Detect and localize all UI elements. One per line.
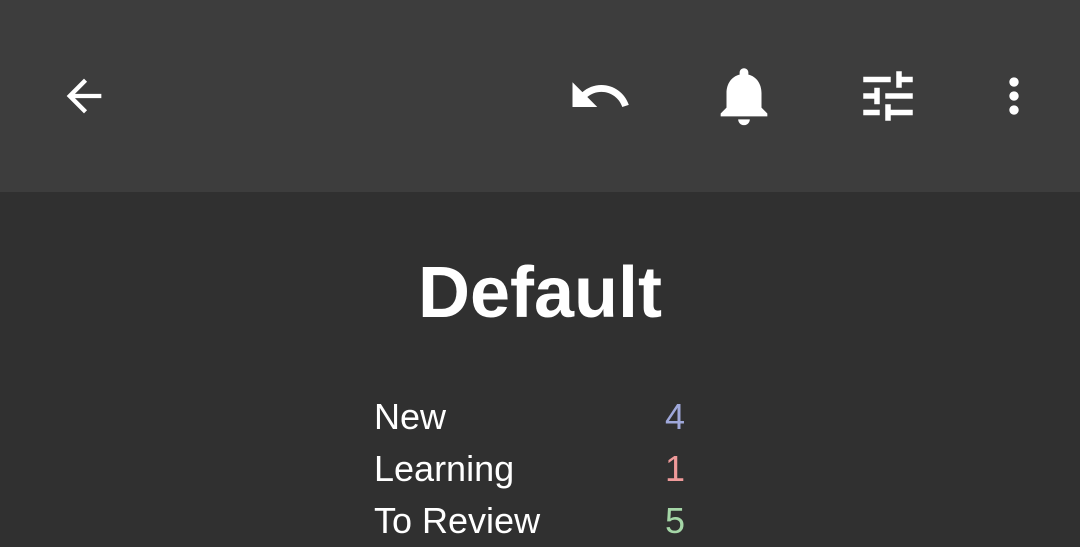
tune-sliders-icon [863,71,913,121]
deck-title: Default [417,253,663,333]
count-value-learning: 1 [665,448,686,489]
count-label-new: New [374,396,447,437]
app-toolbar [0,0,1080,192]
undo-icon [572,82,629,107]
deck-options-button[interactable] [842,50,934,142]
count-value-new: 4 [665,396,686,437]
arrow-left-icon [66,78,102,114]
count-row-new: New 4 [374,391,704,443]
count-label-review: To Review [374,500,541,541]
count-value-review: 5 [665,500,686,541]
more-options-button[interactable] [968,50,1060,142]
card-counts: New 4 Learning 1 To Review 5 [374,391,704,547]
undo-button[interactable] [554,50,646,142]
count-row-learning: Learning 1 [374,443,704,495]
count-row-review: To Review 5 [374,495,704,547]
reminder-button[interactable] [698,50,790,142]
back-button[interactable] [38,50,130,142]
more-vertical-icon [1009,77,1019,115]
deck-overview: Default New 4 Learning 1 To Review 5 [0,192,1080,541]
bell-icon [720,68,768,126]
count-label-learning: Learning [374,448,515,489]
